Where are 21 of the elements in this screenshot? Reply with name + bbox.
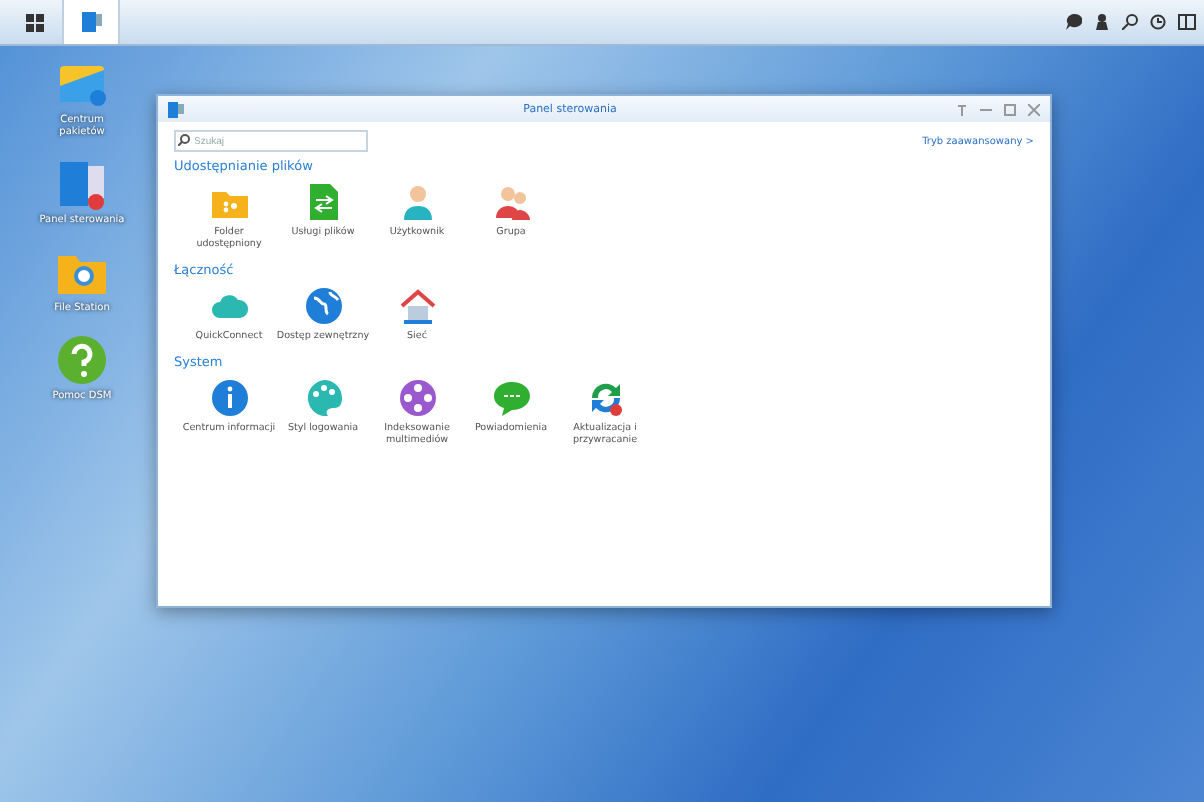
widgets-icon[interactable] bbox=[1178, 14, 1196, 30]
house-icon bbox=[397, 285, 437, 326]
help-icon[interactable] bbox=[56, 334, 108, 386]
close-icon[interactable] bbox=[1028, 103, 1040, 115]
palette-icon bbox=[303, 377, 343, 418]
chat-bubble-icon bbox=[491, 377, 531, 418]
maximize-icon[interactable] bbox=[1004, 103, 1016, 115]
control-panel-icon bbox=[81, 12, 101, 32]
info-icon bbox=[209, 377, 249, 418]
film-reel-icon bbox=[397, 377, 437, 418]
control-panel-icon[interactable] bbox=[56, 158, 108, 210]
search-icon bbox=[178, 134, 190, 146]
grid-icon bbox=[26, 13, 44, 31]
user-icon[interactable] bbox=[1094, 14, 1110, 30]
globe-icon bbox=[303, 285, 343, 326]
minimize-icon[interactable] bbox=[980, 103, 992, 115]
chat-icon[interactable] bbox=[1066, 14, 1082, 30]
clock-icon[interactable] bbox=[1150, 14, 1166, 30]
control-panel-icon bbox=[168, 101, 184, 117]
search-icon[interactable] bbox=[1122, 14, 1138, 30]
group-icon bbox=[491, 182, 531, 222]
